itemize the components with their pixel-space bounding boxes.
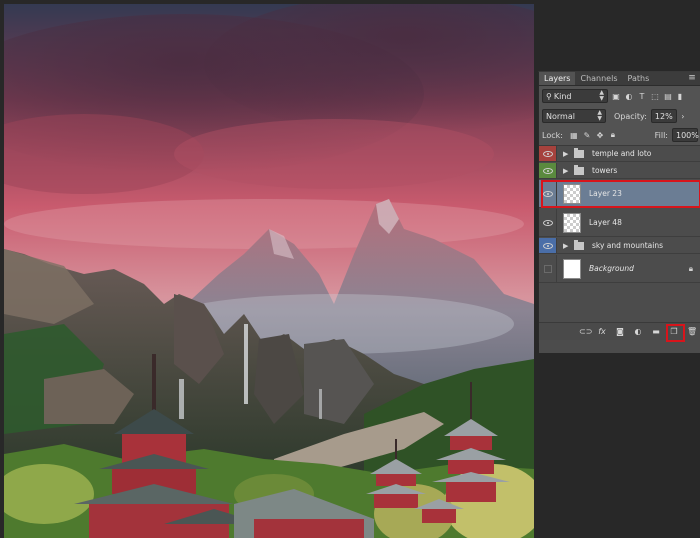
lock-row: Lock: ▦ ✎ ✥ 🔒︎ Fill: 100% (542, 128, 699, 142)
opacity-label: Opacity: (614, 111, 647, 121)
folder-icon (574, 147, 584, 158)
layer-thumbnail (563, 258, 581, 279)
fantasy-landscape-image (4, 4, 534, 538)
layer-row-temple-and-loto[interactable]: ▶ temple and loto (539, 146, 700, 162)
fill-value: 100% (676, 130, 699, 140)
tab-paths[interactable]: Paths (623, 72, 655, 85)
visibility-toggle[interactable] (539, 238, 557, 253)
type-filter-icon[interactable]: T (637, 91, 647, 101)
layer-name: Layer 48 (589, 218, 622, 227)
tab-channels[interactable]: Channels (575, 72, 622, 85)
chevron-updown-icon: ▲ ▼ (597, 109, 602, 122)
filter-kind-select[interactable]: ⚲ Kind ▲ ▼ (542, 89, 608, 103)
hidden-visibility-box (543, 264, 552, 273)
chevron-updown-icon: ▲ ▼ (599, 89, 604, 102)
visibility-toggle[interactable] (539, 255, 557, 282)
new-group-icon[interactable]: ▬ (651, 327, 661, 336)
visibility-toggle[interactable] (539, 209, 557, 236)
lock-label: Lock: (542, 130, 563, 140)
layer-name: Layer 23 (589, 189, 622, 198)
eye-icon (542, 242, 553, 249)
add-mask-icon[interactable]: ◙ (615, 327, 625, 336)
lock-position-icon[interactable]: ✥ (595, 130, 605, 140)
adjustment-filter-icon[interactable]: ◐ (624, 91, 634, 101)
layer-row-layer-48[interactable]: Layer 48 (539, 209, 700, 237)
layer-name: towers (592, 166, 618, 175)
layers-footer-toolbar: ⊂⊃ fx ◙ ◐ ▬ ❐ 🗑︎ (539, 322, 700, 342)
fill-input[interactable]: 100% (672, 128, 699, 142)
opacity-slider-arrow-icon[interactable]: › (678, 111, 688, 121)
tab-layers[interactable]: Layers (539, 72, 576, 85)
eye-icon (542, 219, 553, 226)
folder-icon (574, 164, 584, 175)
panel-menu-icon[interactable]: ≡ (684, 72, 700, 85)
expand-caret-icon[interactable]: ▶ (563, 242, 571, 250)
smart-object-filter-icon[interactable]: ▤ (663, 91, 673, 101)
trash-icon[interactable]: 🗑︎ (687, 327, 697, 336)
layer-row-layer-23[interactable]: Layer 23 (539, 180, 700, 208)
layer-filter-row: ⚲ Kind ▲ ▼ ▣ ◐ T ⬚ ▤ ▮ (542, 89, 698, 103)
link-layers-icon[interactable]: ⊂⊃ (579, 327, 592, 336)
layers-panel: Layers Channels Paths ≡ ⚲ Kind ▲ ▼ ▣ ◐ T … (538, 71, 700, 353)
layer-name: sky and mountains (592, 241, 663, 250)
opacity-value: 12% (654, 111, 673, 121)
visibility-toggle[interactable] (539, 180, 557, 207)
blend-mode-select[interactable]: Normal ▲ ▼ (542, 109, 606, 123)
layer-thumbnail (563, 183, 581, 204)
expand-caret-icon[interactable]: ▶ (563, 167, 571, 175)
filter-toggle-icon[interactable]: ▮ (676, 91, 684, 101)
lock-all-icon[interactable]: 🔒︎ (608, 130, 618, 140)
search-icon: ⚲ (546, 91, 552, 101)
filter-kind-label: Kind (553, 91, 572, 101)
eye-icon (542, 167, 553, 174)
image-filter-icon[interactable]: ▣ (611, 91, 621, 101)
fx-icon[interactable]: fx (597, 327, 607, 336)
document-canvas-area (0, 0, 534, 538)
eye-icon (542, 190, 553, 197)
layer-name: Background (589, 264, 634, 273)
lock-pixels-icon[interactable]: ✎ (582, 130, 592, 140)
panel-tab-bar: Layers Channels Paths ≡ (539, 72, 700, 86)
folder-icon (574, 239, 584, 250)
layer-row-sky-and-mountains[interactable]: ▶ sky and mountains (539, 238, 700, 254)
layer-row-towers[interactable]: ▶ towers (539, 163, 700, 179)
expand-caret-icon[interactable]: ▶ (563, 150, 571, 158)
layer-name: temple and loto (592, 149, 652, 158)
layer-thumbnail (563, 212, 581, 233)
new-layer-icon[interactable]: ❐ (666, 324, 685, 342)
blend-mode-value: Normal (546, 111, 575, 121)
layer-row-background[interactable]: Background 🔒︎ (539, 255, 700, 283)
blend-row: Normal ▲ ▼ Opacity: 12% › (542, 109, 698, 123)
shape-filter-icon[interactable]: ⬚ (650, 91, 660, 101)
visibility-toggle[interactable] (539, 163, 557, 178)
visibility-toggle[interactable] (539, 146, 557, 161)
artwork-canvas[interactable] (4, 4, 534, 538)
opacity-input[interactable]: 12% (650, 109, 677, 123)
lock-transparency-icon[interactable]: ▦ (569, 130, 579, 140)
eye-icon (542, 150, 553, 157)
fill-label: Fill: (654, 130, 668, 140)
adjustment-layer-icon[interactable]: ◐ (633, 327, 643, 336)
lock-icon: 🔒︎ (688, 263, 693, 273)
